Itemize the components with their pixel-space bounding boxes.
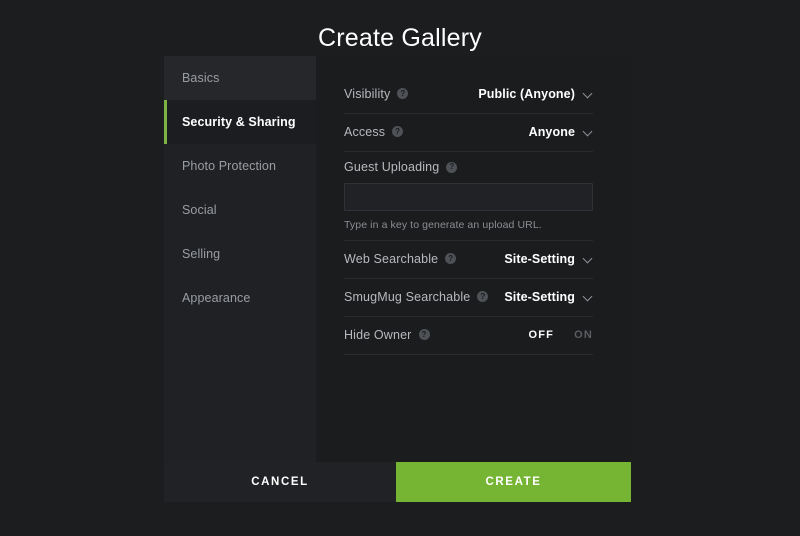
chevron-down-icon [584, 89, 593, 98]
hide-owner-toggle: OFF ON [528, 329, 593, 341]
visibility-dropdown[interactable]: Public (Anyone) [478, 87, 593, 101]
field-guest-uploading: Guest Uploading ? Type in a key to gener… [344, 152, 593, 241]
settings-sidebar: Basics Security & Sharing Photo Protecti… [164, 56, 316, 462]
sidebar-item-social[interactable]: Social [164, 188, 316, 232]
help-icon[interactable]: ? [445, 253, 457, 264]
page-title: Create Gallery [318, 24, 482, 52]
sidebar-item-label: Basics [182, 71, 220, 85]
field-label-text: Guest Uploading [344, 160, 440, 174]
sidebar-item-basics[interactable]: Basics [164, 56, 316, 100]
help-icon[interactable]: ? [477, 291, 489, 302]
web-searchable-value: Site-Setting [504, 251, 575, 266]
visibility-value: Public (Anyone) [478, 86, 575, 101]
sidebar-item-security-and-sharing[interactable]: Security & Sharing [164, 100, 316, 144]
help-icon[interactable]: ? [392, 126, 404, 137]
field-label-text: Access [344, 124, 386, 139]
smugmug-searchable-value: Site-Setting [504, 289, 575, 304]
field-access-label: Access ? [344, 124, 404, 139]
sidebar-item-photo-protection[interactable]: Photo Protection [164, 144, 316, 188]
field-web-searchable-label: Web Searchable ? [344, 251, 457, 266]
help-icon[interactable]: ? [446, 161, 458, 173]
field-access: Access ? Anyone [344, 114, 593, 152]
field-smugmug-searchable: SmugMug Searchable ? Site-Setting [344, 279, 593, 317]
chevron-down-icon [584, 292, 593, 301]
create-button[interactable]: CREATE [396, 462, 631, 502]
dialog-body: Basics Security & Sharing Photo Protecti… [164, 56, 631, 462]
field-web-searchable: Web Searchable ? Site-Setting [344, 241, 593, 279]
guest-uploading-helper-text: Type in a key to generate an upload URL. [344, 219, 593, 241]
chevron-down-icon [584, 127, 593, 136]
field-visibility-label: Visibility ? [344, 86, 409, 101]
field-label-text: Web Searchable [344, 251, 439, 266]
access-value: Anyone [528, 124, 575, 139]
sidebar-item-label: Selling [182, 247, 221, 261]
settings-content: Visibility ? Public (Anyone) Access ? An… [316, 56, 631, 462]
field-smugmug-searchable-label: SmugMug Searchable ? [344, 289, 489, 304]
guest-uploading-input[interactable] [344, 183, 593, 211]
help-icon[interactable]: ? [397, 88, 409, 99]
sidebar-item-label: Security & Sharing [182, 115, 296, 129]
field-visibility: Visibility ? Public (Anyone) [344, 76, 593, 114]
help-icon[interactable]: ? [418, 329, 430, 340]
create-gallery-dialog: Basics Security & Sharing Photo Protecti… [164, 56, 631, 502]
smugmug-searchable-dropdown[interactable]: Site-Setting [504, 290, 593, 304]
hide-owner-toggle-on[interactable]: ON [574, 329, 593, 341]
chevron-down-icon [584, 254, 593, 263]
field-hide-owner-label: Hide Owner ? [344, 328, 430, 342]
cancel-button[interactable]: CANCEL [164, 462, 396, 502]
field-label-text: Visibility [344, 86, 391, 101]
sidebar-item-appearance[interactable]: Appearance [164, 276, 316, 320]
field-hide-owner: Hide Owner ? OFF ON [344, 317, 593, 355]
sidebar-item-selling[interactable]: Selling [164, 232, 316, 276]
field-label-text: Hide Owner [344, 327, 412, 342]
sidebar-item-label: Photo Protection [182, 159, 277, 173]
field-guest-uploading-label: Guest Uploading ? [344, 160, 593, 174]
app-root: Create Gallery Basics Security & Sharing… [0, 0, 800, 536]
hide-owner-toggle-off[interactable]: OFF [528, 329, 554, 341]
sidebar-item-label: Social [182, 203, 217, 217]
dialog-footer: CANCEL CREATE [164, 462, 631, 502]
field-label-text: SmugMug Searchable [344, 289, 471, 304]
web-searchable-dropdown[interactable]: Site-Setting [504, 252, 593, 266]
access-dropdown[interactable]: Anyone [529, 125, 593, 139]
sidebar-item-label: Appearance [182, 291, 251, 305]
